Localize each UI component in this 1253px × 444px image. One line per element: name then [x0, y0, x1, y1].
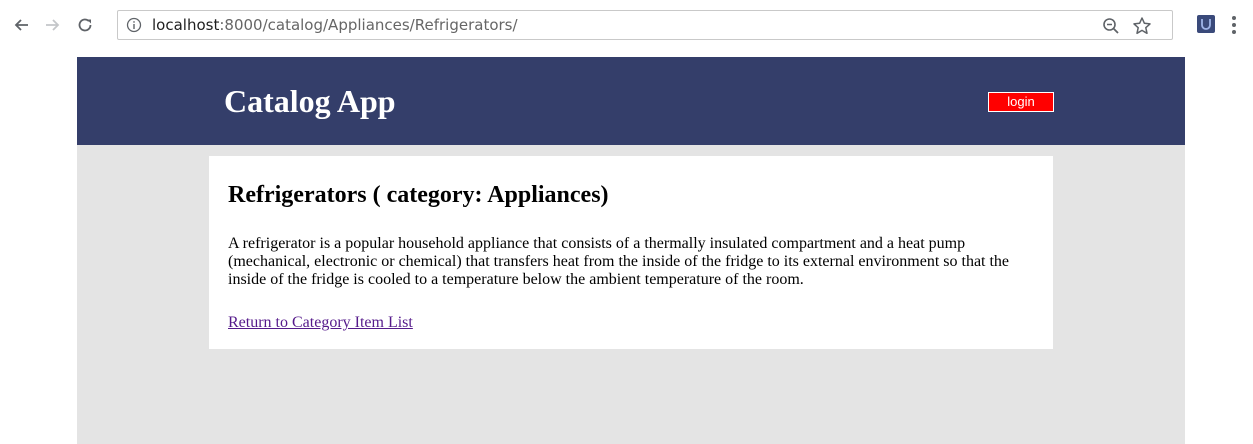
- item-title: Refrigerators ( category: Appliances): [228, 182, 609, 208]
- kebab-menu-icon[interactable]: [1228, 14, 1240, 36]
- url-host: localhost: [152, 16, 220, 34]
- browser-toolbar: localhost:8000/catalog/Appliances/Refrig…: [0, 0, 1253, 54]
- login-button[interactable]: login: [988, 92, 1054, 112]
- app-title[interactable]: Catalog App: [224, 81, 396, 121]
- zoom-out-icon[interactable]: [1102, 17, 1120, 35]
- address-bar[interactable]: localhost:8000/catalog/Appliances/Refrig…: [117, 10, 1173, 40]
- return-to-category-link[interactable]: Return to Category Item List: [228, 314, 413, 332]
- extension-icon[interactable]: [1197, 15, 1215, 33]
- url-path: :8000/catalog/Appliances/Refrigerators/: [219, 16, 518, 34]
- item-description: A refrigerator is a popular household ap…: [228, 235, 1010, 288]
- app-header: Catalog App login: [77, 57, 1185, 145]
- back-arrow-icon[interactable]: [10, 14, 32, 36]
- forward-arrow-icon[interactable]: [42, 14, 64, 36]
- reload-icon[interactable]: [74, 14, 96, 36]
- star-icon[interactable]: [1132, 16, 1152, 36]
- page-body: Catalog App login Refrigerators ( catego…: [77, 57, 1185, 444]
- item-card: Refrigerators ( category: Appliances) A …: [209, 156, 1053, 349]
- info-icon[interactable]: [126, 17, 142, 33]
- url-text[interactable]: localhost:8000/catalog/Appliances/Refrig…: [152, 16, 518, 34]
